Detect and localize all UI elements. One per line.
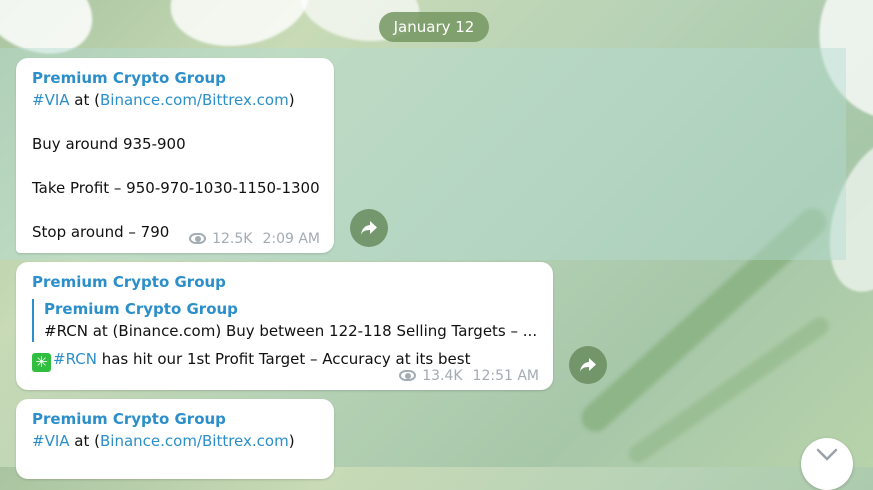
message-meta: 13.4K 12:51 AM (398, 368, 539, 384)
message-first-line: #VIA at (Binance.com/Bittrex.com) (32, 430, 318, 452)
hashtag-link[interactable]: #VIA (32, 91, 70, 109)
date-separator: January 12 (379, 12, 489, 42)
message-bubble[interactable]: Premium Crypto Group #VIA at (Binance.co… (16, 399, 334, 479)
message-time: 2:09 AM (262, 231, 320, 247)
share-arrow-icon (361, 221, 377, 235)
eye-icon (188, 233, 208, 245)
message-time: 12:51 AM (472, 368, 539, 384)
message-bubble[interactable]: Premium Crypto Group #VIA at (Binance.co… (16, 58, 334, 253)
quote-text: #RCN at (Binance.com) Buy between 122-11… (44, 322, 538, 340)
eye-icon (398, 370, 418, 382)
scroll-down-button[interactable] (801, 438, 853, 490)
background-stem (625, 313, 833, 467)
view-count: 13.4K (422, 368, 463, 384)
at-text: at ( (69, 91, 100, 109)
share-button[interactable] (569, 346, 607, 384)
message-meta: 12.5K 2:09 AM (188, 231, 320, 247)
at-text: at ( (69, 432, 100, 450)
close-paren: ) (288, 432, 295, 450)
message-first-line: #VIA at (Binance.com/Bittrex.com) (32, 89, 318, 111)
take-profit-line: Take Profit – 950-970-1030-1150-1300 (32, 179, 320, 197)
sparkle-emoji-icon: ✳ (32, 353, 51, 372)
exchange-link[interactable]: Binance.com/Bittrex.com (100, 91, 289, 109)
buy-line: Buy around 935-900 (32, 135, 186, 153)
message-body: has hit our 1st Profit Target – Accuracy… (96, 350, 471, 368)
share-arrow-icon (580, 358, 596, 372)
hashtag-link[interactable]: #RCN (53, 350, 97, 368)
hashtag-link[interactable]: #VIA (32, 432, 70, 450)
close-paren: ) (288, 91, 295, 109)
forwarded-quote[interactable]: Premium Crypto Group #RCN at (Binance.co… (32, 299, 537, 342)
sender-name[interactable]: Premium Crypto Group (32, 408, 318, 430)
exchange-link[interactable]: Binance.com/Bittrex.com (100, 432, 289, 450)
share-button[interactable] (350, 209, 388, 247)
sender-name[interactable]: Premium Crypto Group (32, 67, 318, 89)
message-bubble[interactable]: Premium Crypto Group Premium Crypto Grou… (16, 262, 553, 390)
quote-sender: Premium Crypto Group (44, 300, 238, 318)
sender-name[interactable]: Premium Crypto Group (32, 271, 537, 293)
view-count: 12.5K (212, 231, 253, 247)
chevron-down-icon (816, 448, 838, 461)
